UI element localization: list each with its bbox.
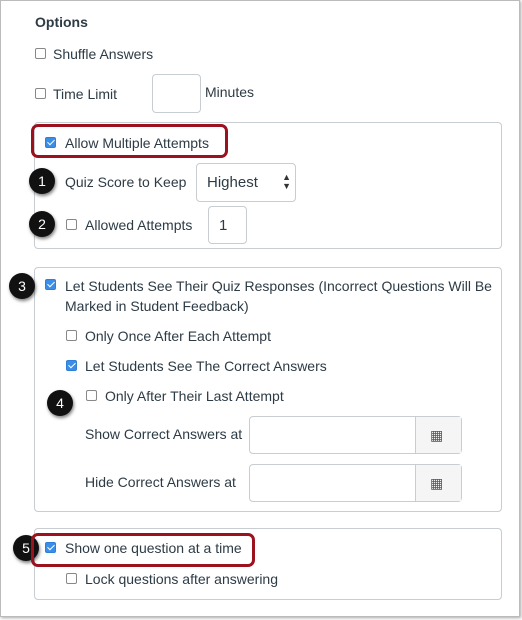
see-responses-checkbox[interactable] — [45, 279, 56, 290]
minutes-label: Minutes — [205, 84, 255, 100]
calendar-icon: ▦ — [430, 427, 444, 443]
see-correct-answers-checkbox[interactable] — [66, 360, 77, 371]
see-responses-label-1: Let Students See Their Quiz Responses (I… — [65, 278, 492, 294]
step-badge-4: 4 — [47, 390, 73, 416]
only-once-checkbox[interactable] — [66, 330, 77, 341]
lock-questions-checkbox[interactable] — [66, 573, 77, 584]
allow-multiple-attempts-label: Allow Multiple Attempts — [65, 135, 209, 151]
calendar-button[interactable]: ▦ — [415, 417, 461, 453]
only-once-label: Only Once After Each Attempt — [85, 328, 271, 344]
allow-multiple-attempts-checkbox[interactable] — [45, 137, 56, 148]
shuffle-answers-checkbox[interactable] — [35, 48, 46, 59]
select-arrows-icon: ▲ ▼ — [282, 172, 291, 191]
allowed-attempts-value: 1 — [219, 217, 228, 234]
one-question-label: Show one question at a time — [65, 540, 242, 556]
quiz-score-label: Quiz Score to Keep — [65, 174, 187, 190]
hide-correct-at-input[interactable]: ▦ — [249, 464, 462, 502]
quiz-score-select[interactable]: Highest ▲ ▼ — [196, 163, 296, 202]
lock-questions-label: Lock questions after answering — [85, 571, 278, 587]
options-title: Options — [35, 14, 88, 30]
show-correct-at-label: Show Correct Answers at — [85, 426, 243, 442]
calendar-icon: ▦ — [430, 475, 444, 491]
time-limit-checkbox[interactable] — [35, 88, 46, 99]
hide-correct-at-label: Hide Correct Answers at — [85, 474, 236, 490]
only-after-last-checkbox[interactable] — [86, 390, 97, 401]
see-responses-label-2: Marked in Student Feedback) — [65, 298, 249, 314]
only-after-last-label: Only After Their Last Attempt — [105, 388, 284, 404]
step-badge-1: 1 — [29, 168, 55, 194]
time-limit-input[interactable] — [152, 74, 201, 113]
allowed-attempts-label: Allowed Attempts — [85, 217, 193, 233]
one-question-checkbox[interactable] — [45, 542, 56, 553]
show-correct-at-input[interactable]: ▦ — [249, 416, 462, 454]
step-badge-3: 3 — [9, 273, 35, 299]
shuffle-answers-label: Shuffle Answers — [53, 46, 154, 62]
allowed-attempts-input[interactable]: 1 — [208, 206, 247, 244]
step-badge-2: 2 — [29, 211, 55, 237]
allowed-attempts-checkbox[interactable] — [66, 219, 77, 230]
calendar-button[interactable]: ▦ — [415, 465, 461, 501]
see-correct-answers-label: Let Students See The Correct Answers — [85, 358, 327, 374]
quiz-score-value: Highest — [207, 174, 258, 191]
time-limit-label: Time Limit — [53, 86, 118, 102]
